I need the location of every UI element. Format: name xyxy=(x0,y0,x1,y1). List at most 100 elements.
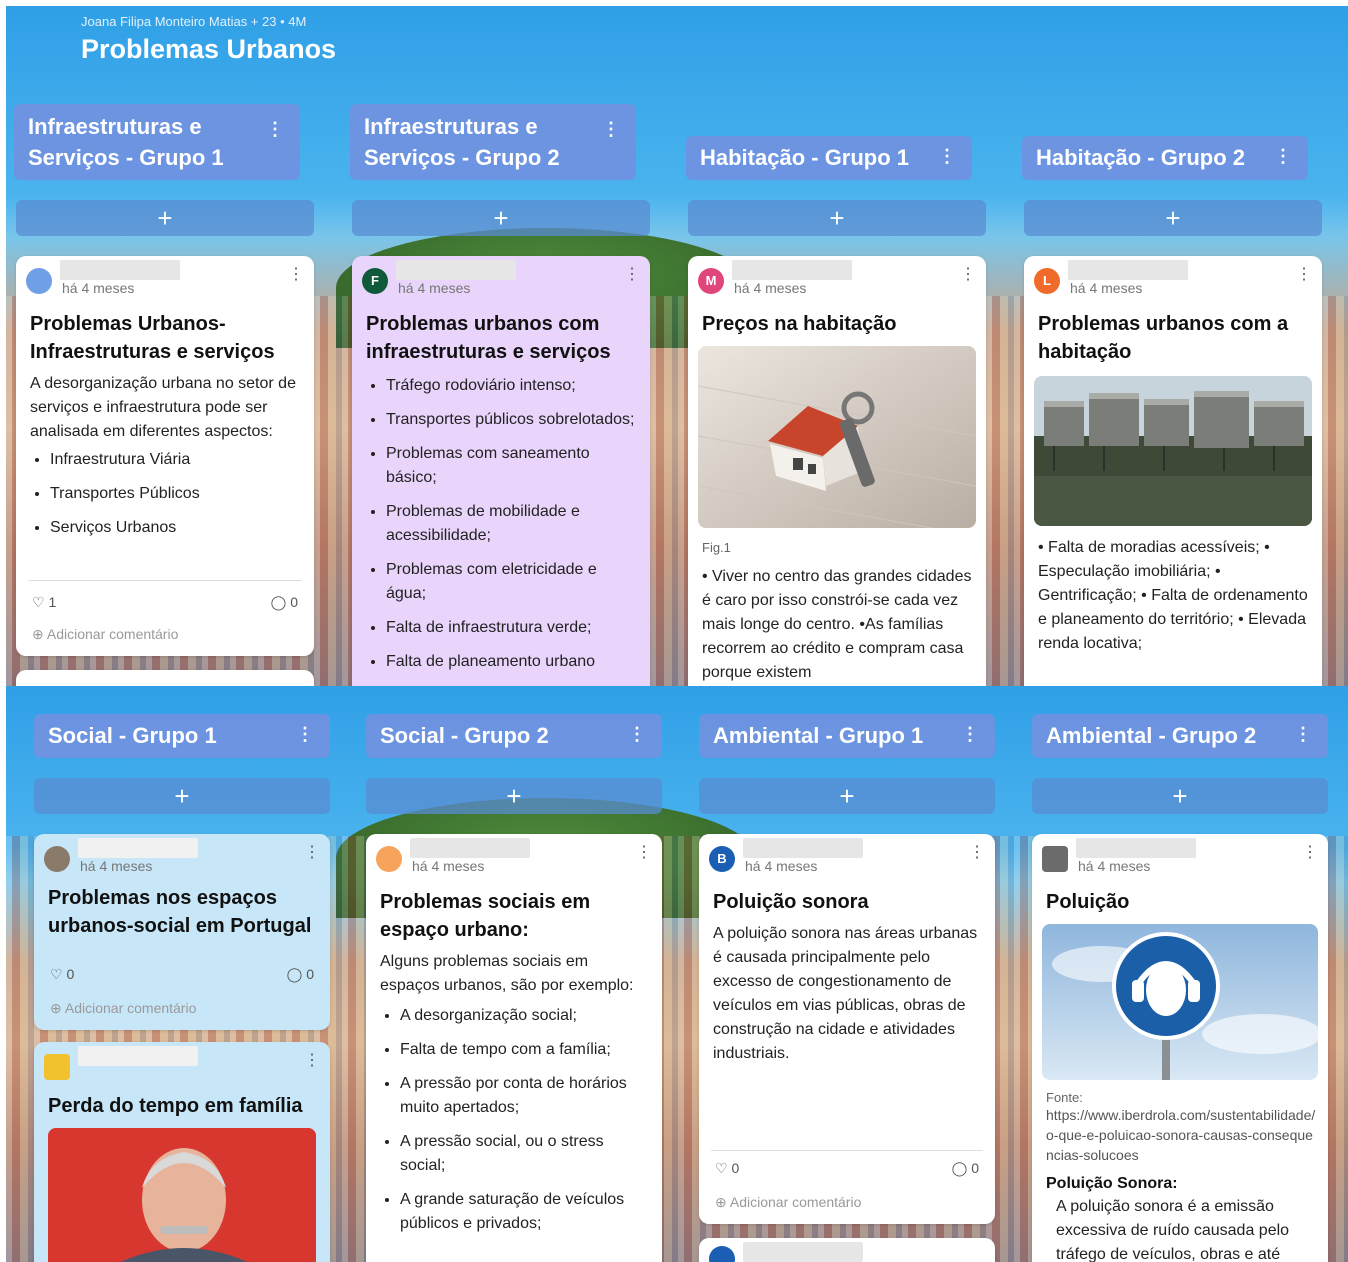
post-card[interactable]: ⋮ Perda do tempo em família xyxy=(34,1042,330,1262)
portrait-image xyxy=(48,1128,316,1262)
post-card[interactable] xyxy=(16,670,314,686)
post-body: • Viver no centro das grandes cidades é … xyxy=(702,568,972,681)
author-name-redacted xyxy=(78,838,198,858)
more-icon[interactable]: ⋮ xyxy=(266,114,284,145)
board-meta: Joana Filipa Monteiro Matias + 23 • 4M xyxy=(81,14,307,29)
author-name-redacted xyxy=(743,838,863,858)
add-post-button[interactable]: + xyxy=(16,200,314,236)
author-name-redacted xyxy=(743,1242,863,1262)
add-post-button[interactable]: + xyxy=(352,200,650,236)
add-post-button[interactable]: + xyxy=(688,200,986,236)
more-icon[interactable]: ⋮ xyxy=(1302,842,1318,862)
like-count: 0 xyxy=(66,966,75,982)
heart-icon: ♡ xyxy=(715,1160,728,1176)
add-comment-input[interactable]: ⊕ Adicionar comentário xyxy=(715,1194,861,1211)
stilt-houses-photo xyxy=(1034,376,1312,526)
post-time: há 4 meses xyxy=(1070,280,1143,296)
column-header-hab-2[interactable]: Habitação - Grupo 2 ⋮ xyxy=(1022,136,1308,180)
heart-icon: ♡ xyxy=(32,594,45,610)
like-button[interactable]: ♡ 0 xyxy=(715,1160,739,1177)
comment-count: ◯ 0 xyxy=(951,1160,979,1176)
post-title: Preços na habitação xyxy=(702,313,897,335)
comment-icon: ◯ xyxy=(270,594,287,610)
divider xyxy=(28,580,302,581)
add-post-button[interactable]: + xyxy=(1032,778,1328,814)
more-icon[interactable]: ⋮ xyxy=(961,724,979,745)
more-icon[interactable]: ⋮ xyxy=(1294,724,1312,745)
more-icon[interactable]: ⋮ xyxy=(304,842,320,862)
post-card[interactable]: B há 4 meses ⋮ Poluição sonora A poluiçã… xyxy=(699,834,995,1224)
post-card[interactable]: L há 4 meses ⋮ Problemas urbanos com a h… xyxy=(1024,256,1322,686)
column-title: Ambiental - Grupo 2 xyxy=(1046,723,1257,748)
avatar xyxy=(44,846,70,872)
list-item: Transportes Públicos xyxy=(50,482,300,506)
column-header-infra-1[interactable]: Infraestruturas e Serviços - Grupo 1 ⋮ xyxy=(14,104,300,180)
add-post-button[interactable]: + xyxy=(366,778,662,814)
avatar xyxy=(376,846,402,872)
board-panel-bottom: Social - Grupo 1 ⋮ Social - Grupo 2 ⋮ Am… xyxy=(6,686,1348,1262)
more-icon[interactable]: ⋮ xyxy=(938,146,956,167)
like-count: 1 xyxy=(48,594,57,610)
list-item: A pressão por conta de horários muito ap… xyxy=(400,1072,648,1120)
list-item: Transportes públicos sobrelotados; xyxy=(386,408,636,432)
more-icon[interactable]: ⋮ xyxy=(1296,264,1312,284)
man-portrait-photo xyxy=(48,1128,316,1262)
more-icon[interactable]: ⋮ xyxy=(628,724,646,745)
add-post-button[interactable]: + xyxy=(699,778,995,814)
more-icon[interactable]: ⋮ xyxy=(602,114,620,145)
list-item: Problemas com eletricidade e água; xyxy=(386,558,636,606)
post-time: há 4 meses xyxy=(398,280,471,296)
comment-count: ◯ 0 xyxy=(286,966,314,982)
board-panel-top: Joana Filipa Monteiro Matias + 23 • 4M P… xyxy=(6,6,1348,686)
more-icon[interactable]: ⋮ xyxy=(960,264,976,284)
more-icon[interactable]: ⋮ xyxy=(304,1050,320,1070)
noise-sign-image xyxy=(1042,924,1318,1080)
post-time: há 4 meses xyxy=(745,858,818,874)
more-icon[interactable]: ⋮ xyxy=(636,842,652,862)
board-title: Problemas Urbanos xyxy=(81,34,337,64)
column-header-hab-1[interactable]: Habitação - Grupo 1 ⋮ xyxy=(686,136,972,180)
list-item: Infraestrutura Viária xyxy=(50,448,300,472)
post-card[interactable]: há 4 meses ⋮ Problemas nos espaços urban… xyxy=(34,834,330,1030)
source-link[interactable]: https://www.iberdrola.com/sustentabilida… xyxy=(1042,1105,1318,1165)
post-body: A desorganização urbana no setor de serv… xyxy=(30,375,296,440)
add-post-button[interactable]: + xyxy=(34,778,330,814)
list-item: A desorganização social; xyxy=(400,1004,648,1028)
author-name-redacted xyxy=(1076,838,1196,858)
column-header-infra-2[interactable]: Infraestruturas e Serviços - Grupo 2 ⋮ xyxy=(350,104,636,180)
column-header-amb-2[interactable]: Ambiental - Grupo 2 ⋮ xyxy=(1032,714,1328,758)
more-icon[interactable]: ⋮ xyxy=(969,842,985,862)
column-title: Infraestruturas e Serviços - Grupo 2 xyxy=(364,114,560,170)
post-card[interactable] xyxy=(699,1238,995,1262)
like-button[interactable]: ♡ 1 xyxy=(32,594,56,611)
more-icon[interactable]: ⋮ xyxy=(296,724,314,745)
more-icon[interactable]: ⋮ xyxy=(1274,146,1292,167)
column-title: Social - Grupo 2 xyxy=(380,723,549,748)
list-item: A pressão social, ou o stress social; xyxy=(400,1130,648,1178)
add-post-button[interactable]: + xyxy=(1024,200,1322,236)
post-card[interactable]: F há 4 meses ⋮ Problemas urbanos com inf… xyxy=(352,256,650,686)
comment-icon: ◯ xyxy=(286,966,303,982)
more-icon[interactable]: ⋮ xyxy=(288,264,304,284)
post-card[interactable]: M há 4 meses ⋮ Preços na habitação Fig.1… xyxy=(688,256,986,686)
like-button[interactable]: ♡ 0 xyxy=(50,966,74,983)
post-title: Poluição xyxy=(1046,891,1130,913)
comment-count: ◯ 0 xyxy=(270,594,298,610)
post-body: • Falta de moradias acessíveis; • Especu… xyxy=(1038,539,1308,652)
avatar xyxy=(1042,846,1068,872)
column-title: Habitação - Grupo 1 xyxy=(700,145,910,170)
post-title: Problemas sociais em espaço urbano: xyxy=(380,891,591,941)
post-title: Problemas Urbanos- Infraestruturas e ser… xyxy=(30,313,275,363)
post-card[interactable]: há 4 meses ⋮ Poluição Fonte: https://www… xyxy=(1032,834,1328,1262)
more-icon[interactable]: ⋮ xyxy=(624,264,640,284)
post-card[interactable]: há 4 meses ⋮ Problemas sociais em espaço… xyxy=(366,834,662,1262)
add-comment-input[interactable]: ⊕ Adicionar comentário xyxy=(50,1000,196,1017)
post-card[interactable]: há 4 meses ⋮ Problemas Urbanos- Infraest… xyxy=(16,256,314,656)
add-comment-input[interactable]: ⊕ Adicionar comentário xyxy=(32,626,178,643)
avatar: M xyxy=(698,268,724,294)
column-header-amb-1[interactable]: Ambiental - Grupo 1 ⋮ xyxy=(699,714,995,758)
column-header-social-1[interactable]: Social - Grupo 1 ⋮ xyxy=(34,714,330,758)
column-header-social-2[interactable]: Social - Grupo 2 ⋮ xyxy=(366,714,662,758)
house-key-image xyxy=(698,346,976,528)
post-title: Problemas nos espaços urbanos-social em … xyxy=(48,887,312,937)
